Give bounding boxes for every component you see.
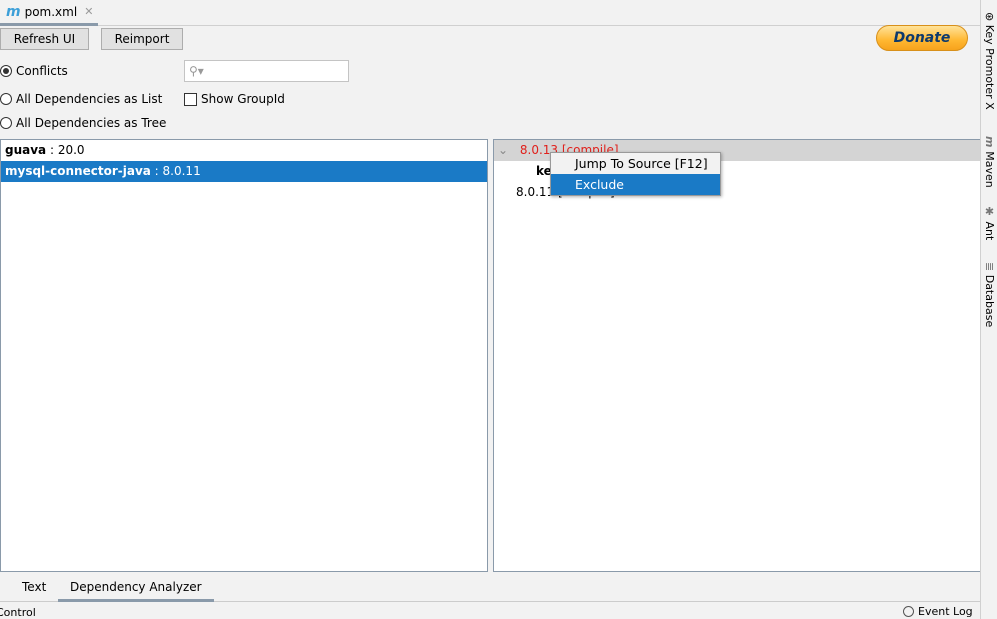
right-tool-strip: ⊛ Key Promoter X m Maven ✱ Ant ≣ Databas… [980, 0, 997, 619]
chevron-down-icon[interactable]: ⌄ [498, 143, 508, 157]
artifact-name: guava [5, 143, 47, 157]
show-groupid-checkbox[interactable]: Show GroupId [184, 92, 285, 106]
refresh-ui-button[interactable]: Refresh UI [0, 28, 89, 50]
tab-text[interactable]: Text [10, 574, 58, 602]
event-log-button[interactable]: Event Log [903, 605, 973, 618]
event-log-label: Event Log [918, 605, 973, 618]
list-item[interactable]: mysql-connector-java : 8.0.11 [1, 161, 487, 182]
checkbox-label: Show GroupId [201, 92, 285, 106]
tool-key-promoter[interactable]: ⊛ Key Promoter X [983, 12, 996, 110]
radio-checked[interactable] [0, 65, 12, 77]
radio-label: All Dependencies as Tree [16, 116, 167, 130]
maven-icon: m [6, 3, 21, 20]
tab-label: pom.xml [24, 4, 78, 19]
radio-label: Conflicts [16, 64, 68, 78]
tool-ant[interactable]: ✱ Ant [983, 205, 996, 240]
key-promoter-icon: ⊛ [983, 12, 996, 25]
checkbox[interactable] [184, 92, 197, 106]
event-log-icon [903, 606, 914, 617]
dependency-tree: ⌄ 8.0.13 [compile] ke 8.0.11 [compile] [493, 139, 981, 572]
artifact-version: : 20.0 [46, 143, 85, 157]
radio-unchecked[interactable] [0, 117, 12, 129]
tool-label: Database [983, 274, 996, 328]
radio-all-tree[interactable]: All Dependencies as Tree [0, 116, 166, 130]
artifact-name: mysql-connector-java [5, 164, 151, 178]
maven-icon: m [983, 136, 996, 152]
tool-label: Maven [983, 151, 996, 188]
bottom-tab-bar: Text Dependency Analyzer [0, 574, 980, 602]
tool-maven[interactable]: m Maven [983, 136, 996, 188]
menu-item-exclude[interactable]: Exclude [551, 174, 720, 195]
editor-tab-bar: m pom.xml ✕ [0, 0, 980, 26]
ant-icon: ✱ [983, 205, 996, 222]
status-bar: Control Event Log [0, 603, 997, 619]
search-input[interactable]: ⚲▾ [184, 60, 349, 82]
tab-dependency-analyzer[interactable]: Dependency Analyzer [58, 574, 214, 602]
tab-pom-xml[interactable]: m pom.xml ✕ [0, 0, 98, 26]
tool-label: Key Promoter X [983, 24, 996, 110]
tool-label: Ant [983, 221, 996, 241]
context-menu: Jump To Source [F12] Exclude [550, 152, 721, 196]
menu-item-jump-to-source[interactable]: Jump To Source [F12] [551, 153, 720, 174]
tool-database[interactable]: ≣ Database [983, 262, 996, 327]
radio-conflicts[interactable]: Conflicts [0, 64, 68, 78]
artifact-version: : 8.0.11 [150, 164, 201, 178]
radio-all-list[interactable]: All Dependencies as List [0, 92, 162, 106]
donate-button[interactable]: Donate [876, 25, 968, 51]
radio-unchecked[interactable] [0, 93, 12, 105]
list-item[interactable]: guava : 20.0 [1, 140, 487, 161]
search-icon: ⚲▾ [189, 64, 204, 78]
radio-label: All Dependencies as List [16, 92, 163, 106]
close-icon[interactable]: ✕ [84, 5, 93, 18]
status-left[interactable]: Control [0, 606, 36, 619]
reimport-button[interactable]: Reimport [101, 28, 183, 50]
conflict-list: guava : 20.0 mysql-connector-java : 8.0.… [0, 139, 488, 572]
database-icon: ≣ [983, 262, 996, 275]
